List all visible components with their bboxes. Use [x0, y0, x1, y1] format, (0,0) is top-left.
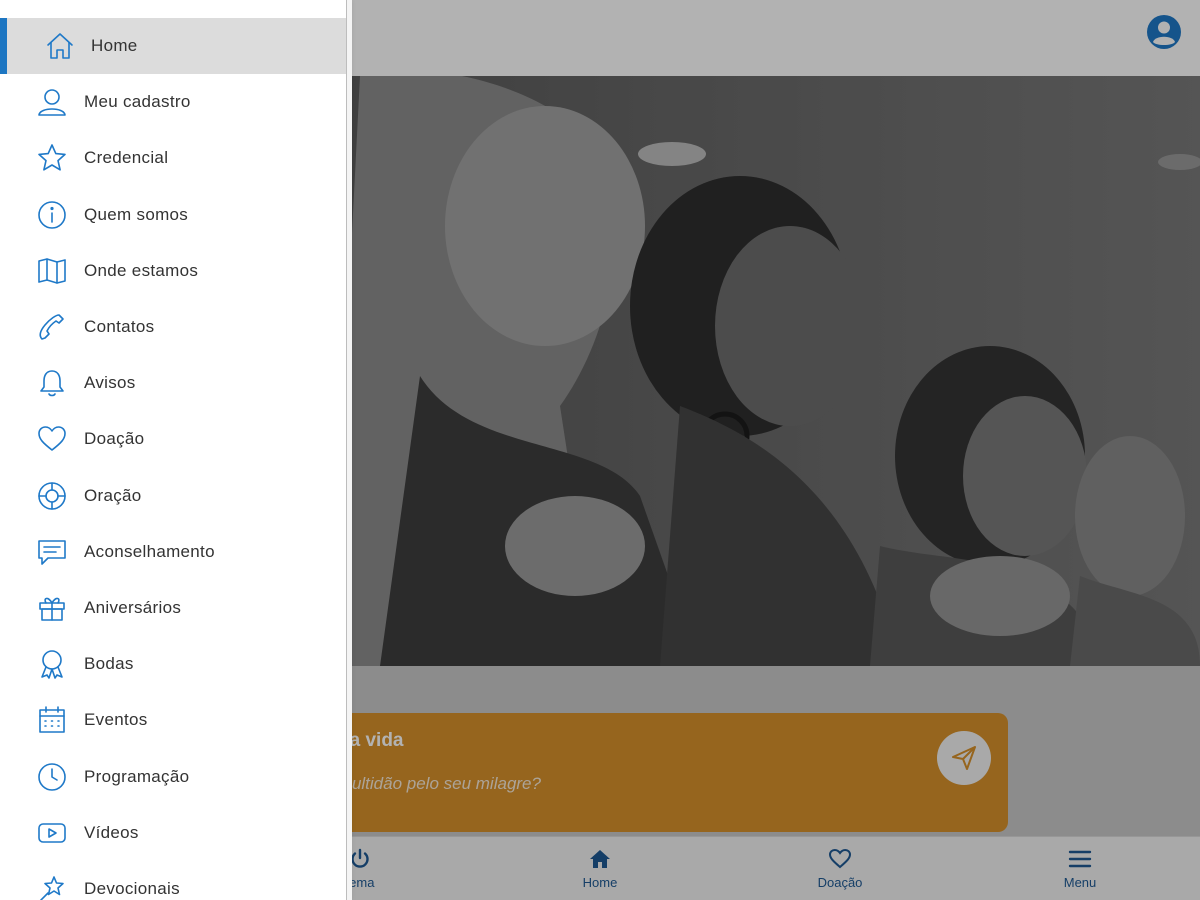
chat-icon [38, 539, 66, 565]
bottom-nav-label: Menu [1063, 875, 1097, 890]
clock-icon [38, 762, 66, 791]
menu-item-label: Home [91, 36, 138, 56]
menu-item-label: Bodas [84, 654, 134, 674]
send-icon [952, 746, 976, 770]
bottom-nav-label: Home [582, 875, 618, 890]
menu-item-label: Programação [84, 766, 190, 786]
profile-button[interactable] [1146, 14, 1182, 50]
menu-item-programacao[interactable]: Programação [0, 748, 346, 804]
menu-item-credencial[interactable]: Credencial [0, 130, 346, 186]
bottom-nav-home[interactable]: Home [540, 847, 660, 890]
prayer-card-title: na sua vida [300, 730, 404, 751]
navigation-drawer: Home Meu cadastro Credencial Quem somos [0, 0, 346, 900]
bottom-nav-label: Doação [817, 875, 863, 890]
menu-item-aniversarios[interactable]: Aniversários [0, 580, 346, 636]
lifebuoy-icon [38, 481, 66, 510]
prayer-card-subtitle: uma multidão pelo seu milagre? [300, 774, 541, 793]
menu-item-home[interactable]: Home [0, 18, 346, 75]
menu-item-label: Oração [84, 485, 142, 505]
menu-item-label: Aniversários [84, 597, 182, 617]
menu-item-label: Credencial [84, 148, 169, 168]
send-button[interactable] [937, 731, 991, 785]
calendar-icon [39, 706, 65, 734]
menu-item-label: Contatos [84, 317, 155, 337]
map-icon [38, 258, 66, 284]
menu-item-doacao[interactable]: Doação [0, 411, 346, 467]
menu-item-label: Devocionais [84, 878, 180, 898]
menu-item-onde-estamos[interactable]: Onde estamos [0, 243, 346, 299]
pin-star-icon [39, 876, 64, 900]
menu-item-label: Avisos [84, 373, 136, 393]
active-indicator [0, 18, 7, 75]
menu-item-contatos[interactable]: Contatos [0, 299, 346, 355]
star-icon [38, 144, 66, 172]
menu-item-avisos[interactable]: Avisos [0, 355, 346, 411]
menu-item-meu-cadastro[interactable]: Meu cadastro [0, 74, 346, 130]
bottom-nav-menu[interactable]: Menu [1020, 847, 1140, 890]
ribbon-icon [41, 650, 63, 679]
gift-icon [39, 597, 65, 621]
heart-outline-icon [828, 848, 852, 869]
menu-item-label: Vídeos [84, 822, 139, 842]
menu-item-devocionais[interactable]: Devocionais [0, 861, 346, 900]
bell-icon [40, 370, 64, 397]
heart-icon [38, 426, 66, 452]
hamburger-icon [1068, 850, 1092, 868]
bottom-nav-donation[interactable]: Doação [780, 847, 900, 890]
home-icon [47, 33, 73, 59]
menu-item-label: Doação [84, 429, 145, 449]
menu-item-oracao[interactable]: Oração [0, 468, 346, 524]
menu-item-aconselhamento[interactable]: Aconselhamento [0, 524, 346, 580]
menu-item-label: Onde estamos [84, 260, 199, 280]
phone-icon [39, 314, 64, 340]
account-circle-icon [1147, 15, 1181, 49]
menu-item-eventos[interactable]: Eventos [0, 692, 346, 748]
user-icon [38, 89, 66, 117]
menu-item-label: Meu cadastro [84, 92, 191, 112]
info-icon [38, 200, 66, 229]
menu-item-videos[interactable]: Vídeos [0, 805, 346, 861]
app-root: na sua vida uma multidão pelo seu milagr… [0, 0, 1200, 900]
video-icon [38, 822, 66, 843]
menu-item-label: Eventos [84, 710, 148, 730]
drawer-edge [346, 0, 352, 900]
menu-item-label: Quem somos [84, 204, 189, 224]
menu-item-label: Aconselhamento [84, 541, 215, 561]
menu-item-bodas[interactable]: Bodas [0, 636, 346, 692]
drawer-menu-list: Home Meu cadastro Credencial Quem somos [0, 18, 346, 900]
home-filled-icon [590, 850, 610, 868]
menu-item-quem-somos[interactable]: Quem somos [0, 187, 346, 243]
